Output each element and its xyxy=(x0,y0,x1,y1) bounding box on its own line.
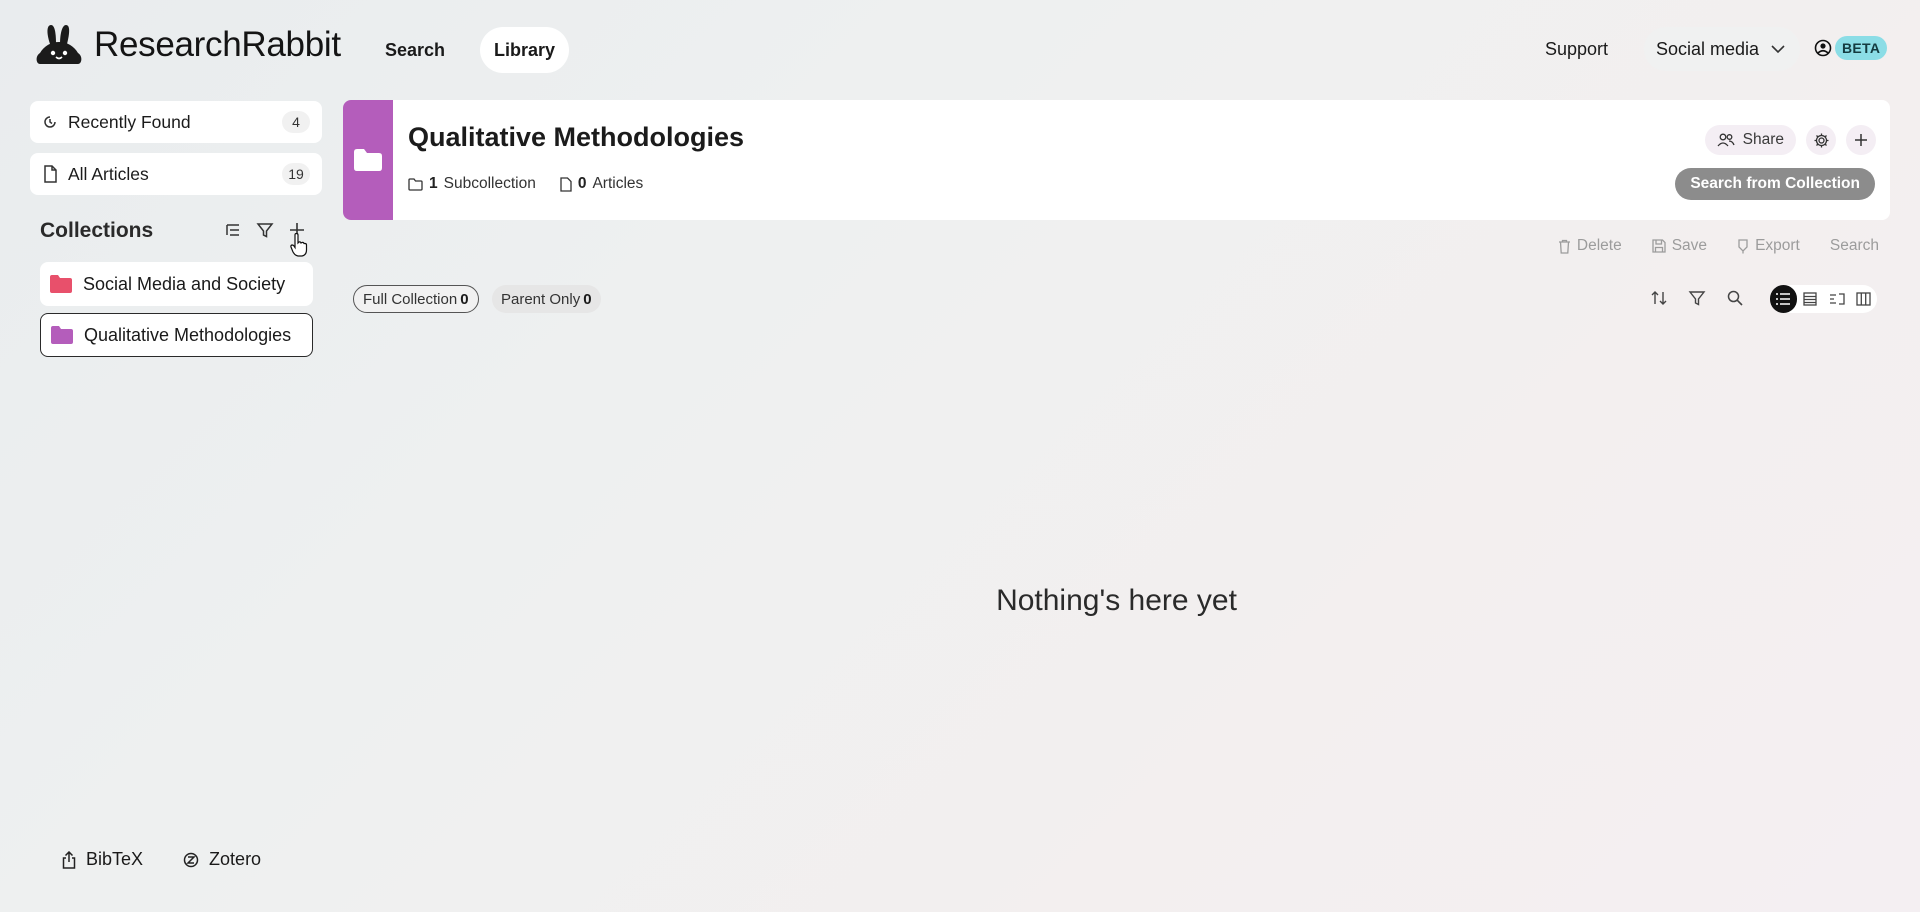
plus-icon xyxy=(1854,133,1868,147)
article-count: 0 Articles xyxy=(560,175,643,193)
save-action[interactable]: Save xyxy=(1652,237,1707,255)
zotero-link[interactable]: Zotero xyxy=(183,849,261,870)
article-label: Articles xyxy=(592,175,644,192)
subcollection-count: 1 Subcollection xyxy=(408,175,536,193)
parent-only-filter[interactable]: Parent Only 0 xyxy=(492,285,601,313)
rabbit-logo-icon xyxy=(34,24,84,66)
list-view-icon[interactable] xyxy=(1770,285,1797,313)
search-action[interactable]: Search xyxy=(1830,237,1879,255)
chevron-down-icon xyxy=(1771,44,1785,54)
list-tools xyxy=(1647,285,1747,311)
delete-label: Delete xyxy=(1576,237,1622,254)
view-mode-toggle xyxy=(1770,285,1877,313)
collection-item-social-media[interactable]: Social Media and Society xyxy=(40,262,313,306)
people-icon xyxy=(1717,133,1735,147)
trash-icon xyxy=(1558,239,1571,254)
collection-header: Qualitative Methodologies 1 Subcollectio… xyxy=(343,100,1890,220)
subcollection-number: 1 xyxy=(429,175,438,192)
collection-label: Qualitative Methodologies xyxy=(84,324,292,345)
parent-only-label: Parent Only xyxy=(501,290,581,308)
collection-item-qualitative[interactable]: Qualitative Methodologies xyxy=(40,313,313,357)
document-icon xyxy=(560,176,572,192)
sort-icon[interactable] xyxy=(1647,285,1671,311)
export-links: BibTeX Zotero xyxy=(62,849,261,870)
nav-search[interactable]: Search xyxy=(378,27,452,73)
beta-badge: BETA xyxy=(1835,36,1888,60)
empty-state-message: Nothing's here yet xyxy=(996,584,1237,617)
gear-icon xyxy=(1813,132,1830,149)
folder-icon xyxy=(353,148,383,172)
project-select-label: Social media xyxy=(1656,38,1760,59)
search-icon[interactable] xyxy=(1723,285,1747,311)
save-label: Save xyxy=(1671,237,1708,254)
export-label: Export xyxy=(1755,237,1800,254)
folder-outline-icon xyxy=(408,177,423,191)
search-from-collection-button[interactable]: Search from Collection xyxy=(1675,168,1875,200)
all-articles-count: 19 xyxy=(282,163,310,185)
folder-icon xyxy=(49,274,73,294)
export-action[interactable]: Export xyxy=(1737,237,1800,255)
zotero-icon xyxy=(183,852,199,868)
search-label: Search xyxy=(1829,237,1879,254)
bibtex-link[interactable]: BibTeX xyxy=(62,849,143,870)
article-actions: Delete Save Export Search xyxy=(1558,237,1879,255)
document-icon xyxy=(42,165,58,183)
zotero-label: Zotero xyxy=(209,849,262,869)
recent-icon xyxy=(42,114,58,130)
collection-label: Social Media and Society xyxy=(83,273,286,294)
parent-only-count: 0 xyxy=(583,290,592,308)
tree-view-icon[interactable] xyxy=(222,218,244,242)
collections-heading: Collections xyxy=(40,219,154,242)
save-icon xyxy=(1652,239,1666,253)
add-button[interactable] xyxy=(1846,125,1876,155)
nav-library[interactable]: Library xyxy=(480,27,569,73)
recently-found-label: Recently Found xyxy=(68,111,191,132)
delete-action[interactable]: Delete xyxy=(1558,237,1622,255)
column-view-icon[interactable] xyxy=(1850,285,1877,313)
top-bar: ResearchRabbit Search Library Support So… xyxy=(0,0,1920,100)
hand-cursor-icon xyxy=(290,233,308,257)
full-collection-filter[interactable]: Full Collection 0 xyxy=(353,285,479,313)
full-collection-label: Full Collection xyxy=(363,290,458,308)
folder-icon xyxy=(50,325,74,345)
share-button[interactable]: Share xyxy=(1704,125,1796,155)
project-select[interactable]: Social media xyxy=(1644,27,1800,71)
user-icon xyxy=(1814,39,1832,57)
brand[interactable]: ResearchRabbit xyxy=(34,24,341,66)
compact-view-icon[interactable] xyxy=(1824,285,1851,313)
export-icon xyxy=(1737,238,1749,254)
share-label: Share xyxy=(1742,131,1784,148)
recently-found-item[interactable]: Recently Found 4 xyxy=(30,101,322,143)
full-collection-count: 0 xyxy=(460,290,469,308)
brand-name: ResearchRabbit xyxy=(94,25,341,64)
share-out-icon xyxy=(62,850,76,869)
all-articles-item[interactable]: All Articles 19 xyxy=(30,153,322,195)
recently-found-count: 4 xyxy=(282,111,310,133)
all-articles-label: All Articles xyxy=(68,163,149,184)
collection-meta: 1 Subcollection 0 Articles xyxy=(408,175,643,193)
table-view-icon[interactable] xyxy=(1797,285,1824,313)
filter-icon[interactable] xyxy=(1685,285,1709,311)
article-number: 0 xyxy=(577,175,587,192)
subcollection-label: Subcollection xyxy=(443,175,536,192)
settings-button[interactable] xyxy=(1806,125,1836,155)
collection-color-strip xyxy=(343,100,393,220)
bibtex-label: BibTeX xyxy=(86,849,144,869)
account-menu[interactable]: BETA xyxy=(1814,36,1888,60)
support-link[interactable]: Support xyxy=(1545,39,1608,60)
collection-title: Qualitative Methodologies xyxy=(408,122,745,152)
collection-actions: Share xyxy=(1704,125,1876,155)
filter-icon[interactable] xyxy=(254,218,276,242)
